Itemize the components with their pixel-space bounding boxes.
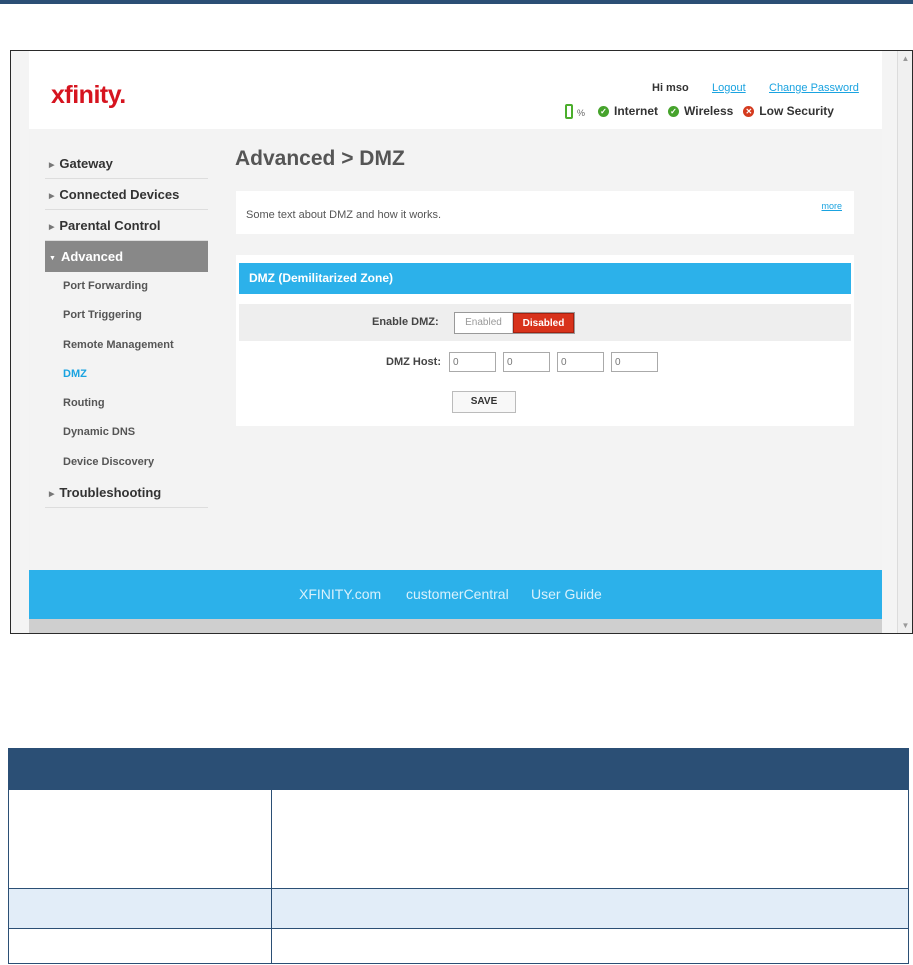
enable-dmz-row: Enable DMZ: Enabled Disabled [239,304,851,341]
status-internet: Internet [614,104,659,118]
sidebar-item-label: Connected Devices [59,187,180,202]
sidebar-nav: ▶ Gateway ▶ Connected Devices ▶ Parental Co… [45,148,208,509]
battery-icon [565,103,573,119]
check-icon: ✓ [598,105,610,117]
status-bar: % ✓ Internet ✓ Wireless ✕ Low Security [565,101,844,121]
page-title: Advanced > DMZ [235,147,405,170]
enable-dmz-toggle[interactable]: Enabled Disabled [454,312,575,334]
dmz-host-label: DMZ Host: [386,356,441,368]
sidebar-item-parental-control[interactable]: ▶ Parental Control [45,210,208,241]
table-cell [8,748,272,790]
enable-dmz-label: Enable DMZ: [372,316,439,328]
subnav-port-triggering[interactable]: Port Triggering [45,301,208,330]
subnav-dmz[interactable]: DMZ [45,360,208,389]
sidebar-item-label: Troubleshooting [59,485,162,501]
status-security: Low Security [759,104,834,118]
table-header-row [8,748,910,790]
footer-link-xfinity[interactable]: XFINITY.com [299,586,381,602]
change-password-link[interactable]: Change Password [769,82,859,94]
info-box: Some text about DMZ and how it works. mo… [236,191,854,234]
sidebar-item-troubleshooting[interactable]: ▶ Troubleshooting [45,477,208,509]
sidebar-item-advanced[interactable]: ▼ Advanced [45,241,208,272]
scroll-up-icon[interactable]: ▲ [900,53,911,64]
panel-title: DMZ (Demilitarized Zone) [239,263,851,294]
caret-right-icon: ▶ [49,224,55,231]
caret-right-icon: ▶ [49,193,55,200]
save-button[interactable]: SAVE [452,391,516,413]
footer-spacer [29,619,882,633]
table-cell [270,928,910,964]
subnav-dynamic-dns[interactable]: Dynamic DNS [45,418,208,447]
caret-right-icon: ▶ [49,491,55,499]
sidebar-item-label: Advanced [60,249,124,264]
xfinity-logo[interactable]: xfinity. [51,81,126,110]
vertical-scrollbar[interactable]: ▲ ▼ [897,51,912,633]
logout-link[interactable]: Logout [712,82,746,94]
check-icon: ✓ [668,105,680,117]
warning-x-icon: ✕ [743,105,755,117]
subnav-routing[interactable]: Routing [45,389,208,418]
status-wireless: Wireless [684,104,734,118]
dmz-host-row: DMZ Host: [239,350,851,374]
table-row [8,888,910,929]
table-cell [270,888,910,929]
host-octet-4-input[interactable] [611,352,658,372]
router-ui-screenshot: xfinity. Hi mso Logout Change Password %… [10,50,913,634]
table-cell [8,789,272,889]
caret-down-icon: ▼ [49,255,56,262]
greeting-text: Hi mso [652,82,689,94]
scroll-down-icon[interactable]: ▼ [900,620,911,631]
sidebar-item-label: Parental Control [59,218,161,233]
subnav-device-discovery[interactable]: Device Discovery [45,448,208,477]
sidebar-item-connected-devices[interactable]: ▶ Connected Devices [45,179,208,210]
table-row [8,928,910,964]
router-page: xfinity. Hi mso Logout Change Password %… [29,51,882,633]
table-cell [270,789,910,889]
table-cell [8,928,272,964]
host-octet-2-input[interactable] [503,352,550,372]
dmz-panel: DMZ (Demilitarized Zone) Enable DMZ: Ena… [236,255,854,426]
host-octet-1-input[interactable] [449,352,496,372]
host-octet-3-input[interactable] [557,352,604,372]
document-table [8,748,910,964]
battery-percent: % [577,108,586,118]
caret-right-icon: ▶ [49,162,55,169]
table-cell [8,888,272,929]
page-header: xfinity. Hi mso Logout Change Password %… [29,51,882,129]
page-footer: XFINITY.com customerCentral User Guide [29,570,882,619]
enabled-option[interactable]: Enabled [455,313,513,333]
footer-link-user-guide[interactable]: User Guide [531,586,602,602]
more-link[interactable]: more [821,201,842,211]
subnav-remote-management[interactable]: Remote Management [45,331,208,360]
subnav-port-forwarding[interactable]: Port Forwarding [45,272,208,301]
disabled-option[interactable]: Disabled [513,313,574,333]
info-text: Some text about DMZ and how it works. [246,209,442,221]
document-top-rule [0,0,913,4]
table-row [8,789,910,889]
footer-link-customer-central[interactable]: customerCentral [406,586,509,602]
table-cell [270,748,910,790]
sidebar-item-label: Gateway [59,156,113,171]
sidebar-item-gateway[interactable]: ▶ Gateway [45,148,208,179]
